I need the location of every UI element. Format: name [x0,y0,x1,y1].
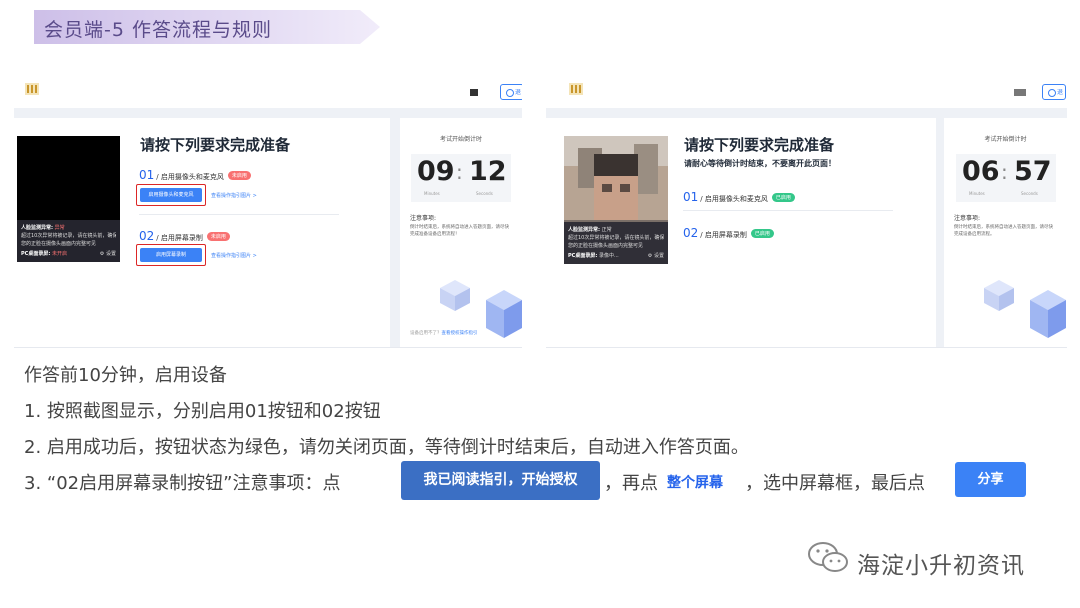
entire-screen-option[interactable]: 整个屏幕 [667,472,723,492]
countdown-timer: 09 : 12 Minutes Seconds [411,154,511,202]
step-number: 01 [139,168,155,182]
face-monitor-label: 人脸监测异常: [568,227,601,233]
intro-text: 作答前10分钟，启用设备 [24,365,227,386]
enable-screen-record-button[interactable]: 启用屏幕录制 [140,248,202,262]
step-screen-record: 02/ 启用屏幕录制 未启用 [139,225,230,244]
step-label: / 启用摄像头和麦克风 [156,173,224,181]
wechat-icon [808,542,848,572]
countdown-minutes: 09 [417,156,455,187]
screen-record-label: PC桌面录屏: [21,251,51,257]
network-status-icon [470,89,478,96]
notes-title: 注意事项: [410,215,437,222]
countdown-card: 考试开始倒计时 09 : 12 Minutes Seconds 注意事项: 倒计… [400,118,522,347]
countdown-title: 考试开始倒计时 [984,136,1027,143]
watermark-text: 海淀小升初资讯 [857,553,1025,579]
share-button[interactable]: 分享 [955,462,1026,497]
countdown-minutes: 06 [962,156,1000,187]
step-camera: 01/ 启用摄像头和麦克风 已启用 [683,186,795,205]
decorative-cube-icon [440,280,470,311]
countdown-seconds: 12 [469,156,507,187]
banner-title: 会员端-5 作答流程与规则 [44,19,272,41]
instruction-line-2: 2. 启用成功后，按钮状态为绿色，请勿关闭页面，等待倒计时结束后，自动进入作答页… [24,437,749,458]
camera-preview: 人脸监测异常: 异常 超过10次异常将被记录，请在镜头前，确保 您的正脸在摄像头… [17,136,120,262]
camera-desc-line1: 超过10次异常将被记录，请在镜头前，确保 [21,233,116,239]
status-badge: 已启用 [750,229,774,238]
network-status-icon [1014,89,1026,96]
start-authorization-button[interactable]: 我已阅读指引，开始授权 [401,461,600,500]
camera-status-panel: 人脸监测异常: 正常 超过10次异常将被记录，请在镜头前，确保 您的正脸在摄像头… [564,222,668,264]
screen-record-status: 录像中... [598,253,619,259]
exit-button[interactable]: 退 [500,84,522,100]
camera-desc-line2: 您的正脸在摄像头画面内完整可见 [568,243,644,249]
help-link[interactable]: 设备启用不了？查看授权操作指引 [410,330,478,336]
step-number: 02 [683,226,699,240]
settings-button[interactable]: ⚙ 设置 [648,252,664,259]
seconds-unit: Seconds [476,191,493,196]
instruction-line-3-mid2: ，选中屏幕框，最后点 [745,473,925,494]
step-number: 01 [683,190,699,204]
decorative-cube-stack-icon [486,290,522,338]
enable-camera-button[interactable]: 启用摄像头和麦克风 [140,188,202,202]
app-header: 退 [14,72,522,108]
exit-button[interactable]: 退 [1042,84,1066,100]
logo-icon [569,83,583,95]
preparation-title: 请按下列要求完成准备 [140,136,291,154]
settings-button[interactable]: ⚙ 设置 [100,250,116,257]
wait-warning: 请耐心等待倒计时结束，不要离开此页面！ [684,159,836,168]
decorative-cube-icon [984,280,1014,311]
divider [139,214,339,215]
instruction-line-1: 1. 按照截图显示，分别启用01按钮和02按钮 [24,401,381,422]
countdown-title: 考试开始倒计时 [439,136,482,143]
wechat-watermark: 海淀小升初资讯 [807,540,1047,580]
minutes-unit: Minutes [969,191,985,196]
status-badge: 已启用 [771,193,795,202]
minutes-unit: Minutes [424,191,440,196]
camera-desc-line1: 超过10次异常将被记录，请在镜头前，确保 [568,235,664,241]
step-label: / 启用屏幕录制 [156,234,203,242]
preparation-title: 请按下列要求完成准备 [684,136,835,154]
face-monitor-status: 异常 [54,225,65,231]
instruction-line-3-prefix: 3. “02启用屏幕录制按钮”注意事项：点 [24,473,341,494]
notes-title: 注意事项: [954,215,981,222]
camera-guide-link[interactable]: 查看操作指引图片 > [211,192,257,199]
step-number: 02 [139,229,155,243]
step-label: / 启用摄像头和麦克风 [700,195,768,203]
face-monitor-status: 正常 [601,227,612,233]
notes-body: 倒计时结束后，系统将自动进入答题页面，请尽快完成准备设备启用流程！ [410,225,509,237]
divider [683,210,893,211]
camera-status-overlay: 人脸监测异常: 正常 超过10次异常将被记录，请在镜头前，确保 您的正脸在摄像头… [564,136,668,264]
instruction-line-3-mid: ，再点 [604,473,658,494]
app-header: 退 [546,72,1067,108]
decorative-cube-stack-icon [1030,290,1066,338]
status-badge: 未启用 [227,171,251,180]
screen-guide-link[interactable]: 查看操作指引图片 > [211,252,257,259]
logo-icon [25,83,39,95]
screen-record-label: PC桌面录屏: [568,253,598,259]
step-camera: 01/ 启用摄像头和麦克风 未启用 [139,164,251,183]
countdown-timer: 06 : 57 Minutes Seconds [956,154,1056,202]
countdown-seconds: 57 [1014,156,1052,187]
seconds-unit: Seconds [1021,191,1038,196]
step-screen-record: 02/ 启用屏幕录制 已启用 [683,222,774,241]
camera-status-panel: 人脸监测异常: 异常 超过10次异常将被记录，请在镜头前，确保 您的正脸在摄像头… [17,220,120,262]
preparation-card: 人脸监测异常: 异常 超过10次异常将被记录，请在镜头前，确保 您的正脸在摄像头… [14,118,390,347]
status-badge: 未启用 [206,232,230,241]
preparation-card: 人脸监测异常: 正常 超过10次异常将被记录，请在镜头前，确保 您的正脸在摄像头… [546,118,936,347]
screen-record-status: 未开启 [51,251,67,257]
notes-body: 倒计时结束后，系统将自动进入答题页面，请尽快完成设备启用流程。 [954,225,1053,237]
screenshot-before-enable: 退 人脸监测异常: 异常 超过10次异常将被记录，请在镜头前，确保 您的正脸在摄… [14,72,522,348]
step-label: / 启用屏幕录制 [700,231,747,239]
face-monitor-label: 人脸监测异常: [21,225,54,231]
countdown-card: 考试开始倒计时 06 : 57 Minutes Seconds 注意事项: 倒计… [944,118,1067,347]
section-banner: 会员端-5 作答流程与规则 [34,10,380,44]
screenshot-after-enable: 退 人脸监测异常: 正常 超过10次异常将被记录，请在镜头前，确保 您的正脸在摄… [546,72,1067,348]
camera-desc-line2: 您的正脸在摄像头画面内完整可见 [21,241,97,247]
